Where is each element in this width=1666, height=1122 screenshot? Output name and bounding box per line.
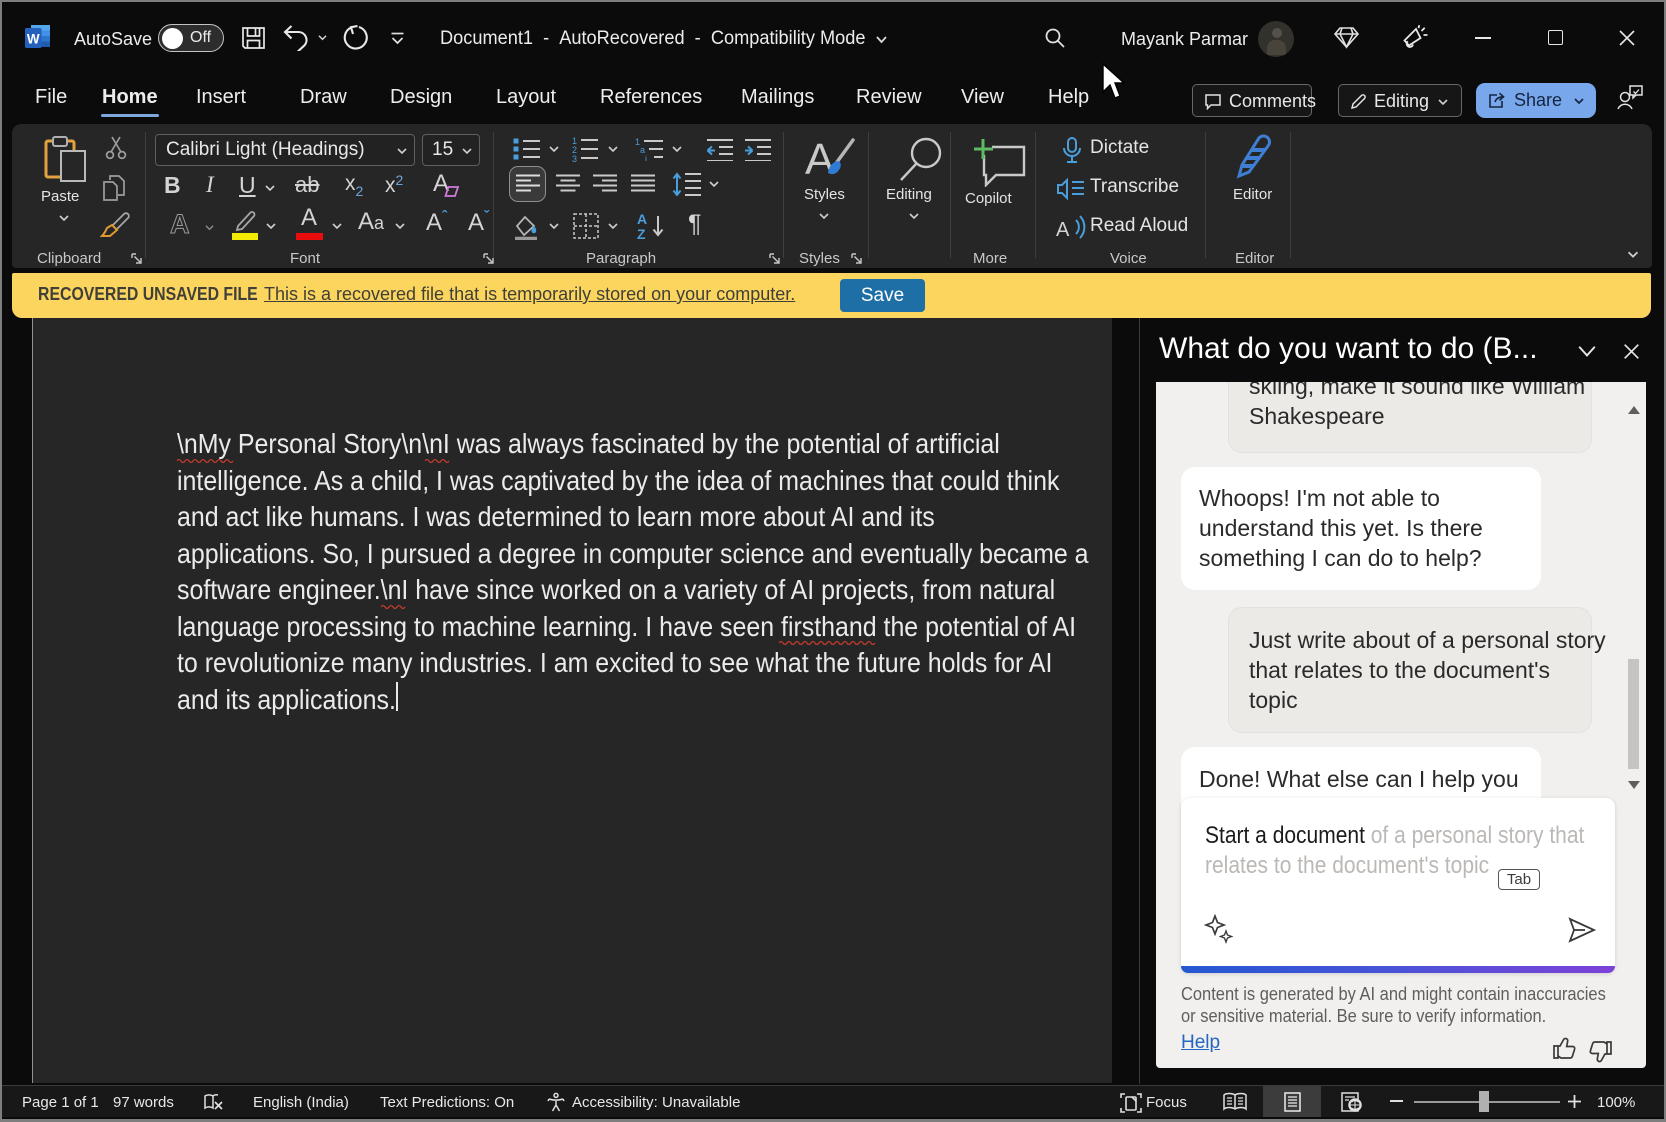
svg-text:A: A xyxy=(805,135,835,184)
svg-text:A: A xyxy=(637,212,647,227)
svg-text:W: W xyxy=(27,32,40,47)
svg-text:A: A xyxy=(1056,219,1070,241)
svg-text:3: 3 xyxy=(572,154,577,163)
svg-text:i: i xyxy=(645,154,647,161)
svg-text:Z: Z xyxy=(637,226,646,240)
